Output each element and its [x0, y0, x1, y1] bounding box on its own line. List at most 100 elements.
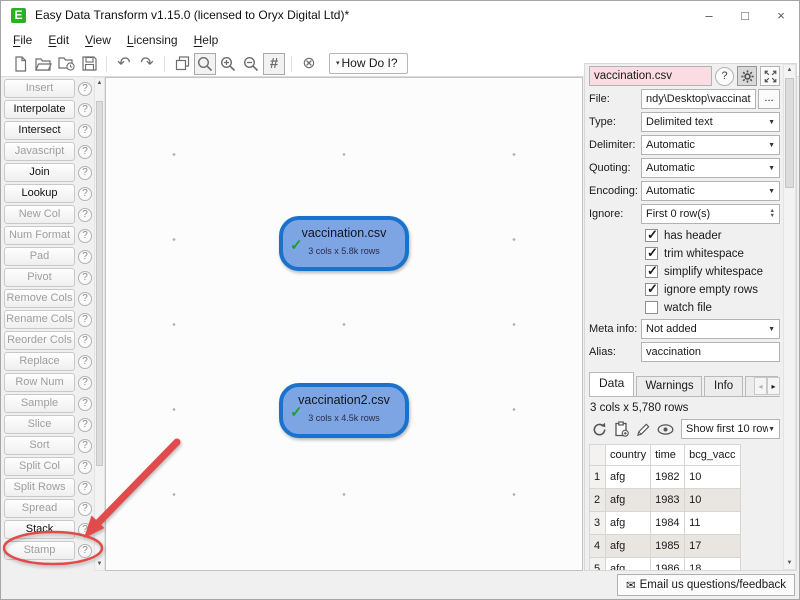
- help-icon[interactable]: ?: [78, 460, 92, 474]
- table-row[interactable]: 2afg198310: [590, 489, 741, 512]
- help-icon[interactable]: ?: [78, 313, 92, 327]
- eye-icon[interactable]: [655, 419, 675, 439]
- sidebar-item-lookup[interactable]: Lookup: [4, 184, 75, 203]
- alias-field[interactable]: vaccination: [641, 342, 780, 362]
- help-icon[interactable]: ?: [78, 82, 92, 96]
- checkbox-watch-file[interactable]: watch file: [645, 299, 780, 316]
- scrollbar-thumb[interactable]: [96, 101, 103, 466]
- column-header-bcg-vacc[interactable]: bcg_vacc: [685, 445, 740, 466]
- help-icon[interactable]: ?: [78, 481, 92, 495]
- sidebar-item-row-num[interactable]: Row Num: [4, 373, 75, 392]
- how-do-i-button[interactable]: ▾ How Do I?: [329, 53, 408, 74]
- help-icon[interactable]: ?: [78, 397, 92, 411]
- checkbox-has-header[interactable]: has header: [645, 227, 780, 244]
- tab-scroll-left-icon[interactable]: ◂: [754, 377, 767, 395]
- undo-icon[interactable]: ↶: [113, 53, 135, 75]
- menu-file[interactable]: File: [5, 31, 40, 49]
- edit-pencil-icon[interactable]: [633, 419, 653, 439]
- redo-icon[interactable]: ↷: [136, 53, 158, 75]
- sidebar-item-intersect[interactable]: Intersect: [4, 121, 75, 140]
- help-icon[interactable]: ?: [78, 418, 92, 432]
- copy-to-clipboard-icon[interactable]: [611, 419, 631, 439]
- help-icon[interactable]: ?: [78, 544, 92, 558]
- help-icon[interactable]: ?: [78, 208, 92, 222]
- help-icon[interactable]: ?: [78, 523, 92, 537]
- copy-icon[interactable]: [171, 53, 193, 75]
- spin-down-icon[interactable]: ▼: [770, 214, 775, 219]
- menu-view[interactable]: View: [77, 31, 119, 49]
- sidebar-scrollbar[interactable]: ▲ ▼: [94, 77, 105, 571]
- type-dropdown[interactable]: Delimited text▼: [641, 112, 780, 132]
- table-row[interactable]: 4afg198517: [590, 535, 741, 558]
- sidebar-item-new-col[interactable]: New Col: [4, 205, 75, 224]
- checkbox-icon[interactable]: [645, 265, 658, 278]
- table-row[interactable]: 1afg198210: [590, 466, 741, 489]
- browse-button[interactable]: ...: [758, 89, 780, 109]
- sidebar-item-join[interactable]: Join: [4, 163, 75, 182]
- minimize-button[interactable]: –: [691, 1, 727, 29]
- checkbox-icon[interactable]: [645, 283, 658, 296]
- column-header-country[interactable]: country: [606, 445, 651, 466]
- toggle-grid-icon[interactable]: #: [263, 53, 285, 75]
- encoding-dropdown[interactable]: Automatic▼: [641, 181, 780, 201]
- scrollbar-thumb[interactable]: [785, 78, 794, 188]
- sidebar-item-stamp[interactable]: Stamp: [4, 541, 75, 560]
- tab-warnings[interactable]: Warnings: [636, 376, 703, 396]
- sidebar-item-remove-cols[interactable]: Remove Cols: [4, 289, 75, 308]
- menu-licensing[interactable]: Licensing: [119, 31, 186, 49]
- help-icon[interactable]: ?: [78, 229, 92, 243]
- meta-info-dropdown[interactable]: Not added▼: [641, 319, 780, 339]
- open-recent-icon[interactable]: [55, 53, 77, 75]
- sidebar-item-stack[interactable]: Stack: [4, 520, 75, 539]
- sidebar-item-sort[interactable]: Sort: [4, 436, 75, 455]
- file-path-field[interactable]: ndy\Desktop\vaccination.csv: [641, 89, 756, 109]
- menu-edit[interactable]: Edit: [40, 31, 77, 49]
- zoom-in-icon[interactable]: [217, 53, 239, 75]
- help-icon[interactable]: ?: [78, 271, 92, 285]
- new-file-icon[interactable]: [9, 53, 31, 75]
- ignore-rows-spinner[interactable]: First 0 row(s) ▲▼: [641, 204, 780, 224]
- tab-scroll-right-icon[interactable]: ▸: [767, 377, 780, 395]
- sidebar-item-rename-cols[interactable]: Rename Cols: [4, 310, 75, 329]
- checkbox-trim-whitespace[interactable]: trim whitespace: [645, 245, 780, 262]
- checkbox-icon[interactable]: [645, 247, 658, 260]
- inspector-scrollbar[interactable]: ▲ ▼: [783, 64, 796, 570]
- help-icon[interactable]: ?: [78, 145, 92, 159]
- close-button[interactable]: ×: [763, 1, 799, 29]
- checkbox-ignore-empty-rows[interactable]: ignore empty rows: [645, 281, 780, 298]
- table-row[interactable]: 5afg198618: [590, 558, 741, 571]
- sidebar-item-split-col[interactable]: Split Col: [4, 457, 75, 476]
- sidebar-item-sample[interactable]: Sample: [4, 394, 75, 413]
- maximize-button[interactable]: □: [727, 1, 763, 29]
- checkbox-icon[interactable]: [645, 301, 658, 314]
- save-icon[interactable]: [78, 53, 100, 75]
- help-icon[interactable]: ?: [78, 334, 92, 348]
- scroll-up-icon[interactable]: ▲: [95, 78, 104, 89]
- refresh-icon[interactable]: [589, 419, 609, 439]
- help-icon[interactable]: ?: [78, 187, 92, 201]
- sidebar-item-replace[interactable]: Replace: [4, 352, 75, 371]
- help-icon[interactable]: ?: [78, 439, 92, 453]
- rows-filter-dropdown[interactable]: Show first 10 rows▼: [681, 419, 780, 439]
- node-vaccination-csv[interactable]: vaccination.csv 3 cols x 5.8k rows ✓: [279, 216, 409, 271]
- help-icon[interactable]: ?: [78, 250, 92, 264]
- expand-icon[interactable]: [760, 66, 780, 86]
- help-icon[interactable]: ?: [78, 166, 92, 180]
- help-icon[interactable]: ?: [78, 502, 92, 516]
- open-file-icon[interactable]: [32, 53, 54, 75]
- sidebar-item-num-format[interactable]: Num Format: [4, 226, 75, 245]
- help-icon[interactable]: ?: [78, 376, 92, 390]
- tab-info[interactable]: Info: [704, 376, 743, 396]
- zoom-out-icon[interactable]: [240, 53, 262, 75]
- table-row[interactable]: 3afg198411: [590, 512, 741, 535]
- node-vaccination2-csv[interactable]: vaccination2.csv 3 cols x 4.5k rows ✓: [279, 383, 409, 438]
- email-feedback-button[interactable]: ✉ Email us questions/feedback: [617, 574, 795, 596]
- help-icon[interactable]: ?: [78, 292, 92, 306]
- flow-canvas[interactable]: vaccination.csv 3 cols x 5.8k rows ✓ vac…: [105, 77, 583, 571]
- remove-item-icon[interactable]: ⊗: [298, 53, 320, 75]
- tab-data[interactable]: Data: [589, 372, 634, 396]
- checkbox-icon[interactable]: [645, 229, 658, 242]
- menu-help[interactable]: Help: [186, 31, 227, 49]
- sidebar-item-pivot[interactable]: Pivot: [4, 268, 75, 287]
- delimiter-dropdown[interactable]: Automatic▼: [641, 135, 780, 155]
